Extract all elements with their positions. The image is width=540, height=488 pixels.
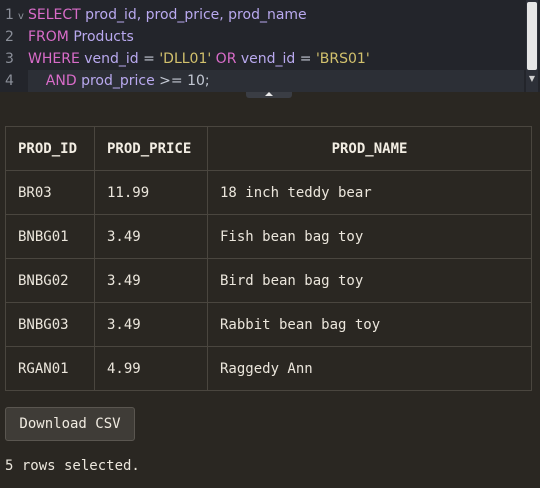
code-token: AND — [28, 73, 77, 89]
cell-prod-name: 18 inch teddy bear — [207, 170, 532, 215]
cell-prod-price: 3.49 — [94, 214, 208, 259]
cell-prod-id: RGAN01 — [5, 346, 95, 391]
code-text[interactable]: FROM Products — [28, 26, 524, 48]
cell-prod-price: 11.99 — [94, 170, 208, 215]
code-token: >= — [159, 73, 183, 89]
table-row: RGAN01 4.99 Raggedy Ann — [5, 346, 532, 391]
code-token: SELECT — [28, 7, 81, 23]
cell-prod-id: BNBG01 — [5, 214, 95, 259]
code-token: 'BRS01' — [311, 51, 370, 67]
cell-prod-price: 4.99 — [94, 346, 208, 391]
code-text[interactable]: WHERE vend_id = 'DLL01' OR vend_id = 'BR… — [28, 48, 524, 70]
code-token: = — [299, 51, 312, 67]
cell-prod-id: BNBG03 — [5, 302, 95, 347]
fold-chevron-icon[interactable]: v — [18, 6, 24, 28]
table-row: BR03 11.99 18 inch teddy bear — [5, 170, 532, 215]
column-header-prod-name: PROD_NAME — [207, 126, 532, 171]
code-token: 10; — [182, 73, 210, 89]
table-row: BNBG03 3.49 Rabbit bean bag toy — [5, 302, 532, 347]
column-header-prod-price: PROD_PRICE — [94, 126, 208, 171]
code-token: vend_id — [79, 51, 144, 67]
table-row: BNBG02 3.49 Bird bean bag toy — [5, 258, 532, 303]
results-table: PROD_ID PROD_PRICE PROD_NAME BR03 11.99 … — [5, 126, 532, 391]
code-token: 'DLL01' — [154, 51, 216, 67]
cell-prod-id: BR03 — [5, 170, 95, 215]
code-token: WHERE — [28, 51, 80, 67]
collapse-arrow-icon — [265, 92, 273, 96]
scroll-down-arrow-icon[interactable]: ▼ — [528, 74, 536, 84]
editor-resize-handle[interactable] — [246, 92, 292, 98]
cell-prod-price: 3.49 — [94, 258, 208, 303]
cell-prod-price: 3.49 — [94, 302, 208, 347]
cell-prod-name: Rabbit bean bag toy — [207, 302, 532, 347]
status-text: 5 rows selected. — [5, 458, 140, 474]
line-number: 4 — [5, 73, 14, 89]
code-token: = — [143, 51, 155, 67]
code-text[interactable]: SELECT prod_id, prod_price, prod_name — [28, 4, 524, 26]
code-line-4[interactable]: 4 AND prod_price >= 10; — [0, 70, 540, 92]
code-line-3[interactable]: 3 WHERE vend_id = 'DLL01' OR vend_id = '… — [0, 48, 540, 70]
line-number: 1 — [5, 7, 14, 23]
code-token: prod_id, prod_price, prod_name — [80, 7, 307, 23]
line-number: 3 — [5, 51, 14, 67]
cell-prod-name: Raggedy Ann — [207, 346, 532, 391]
code-token: prod_price — [76, 73, 160, 89]
download-csv-button[interactable]: Download CSV — [5, 407, 135, 441]
code-token: vend_id — [236, 51, 300, 67]
code-line-1[interactable]: 1 v SELECT prod_id, prod_price, prod_nam… — [0, 4, 540, 26]
code-token: FROM — [28, 29, 69, 45]
line-number: 2 — [5, 29, 14, 45]
cell-prod-name: Fish bean bag toy — [207, 214, 532, 259]
code-token: Products — [68, 29, 134, 45]
sql-editor[interactable]: 1 v SELECT prod_id, prod_price, prod_nam… — [0, 0, 540, 92]
code-line-2[interactable]: 2 FROM Products — [0, 26, 540, 48]
code-text[interactable]: AND prod_price >= 10; — [28, 70, 524, 92]
cell-prod-name: Bird bean bag toy — [207, 258, 532, 303]
column-header-prod-id: PROD_ID — [5, 126, 95, 171]
table-row: BNBG01 3.49 Fish bean bag toy — [5, 214, 532, 259]
code-token: OR — [215, 51, 237, 67]
cell-prod-id: BNBG02 — [5, 258, 95, 303]
editor-scrollbar-thumb[interactable] — [527, 2, 537, 70]
table-header-row: PROD_ID PROD_PRICE PROD_NAME — [5, 126, 532, 171]
